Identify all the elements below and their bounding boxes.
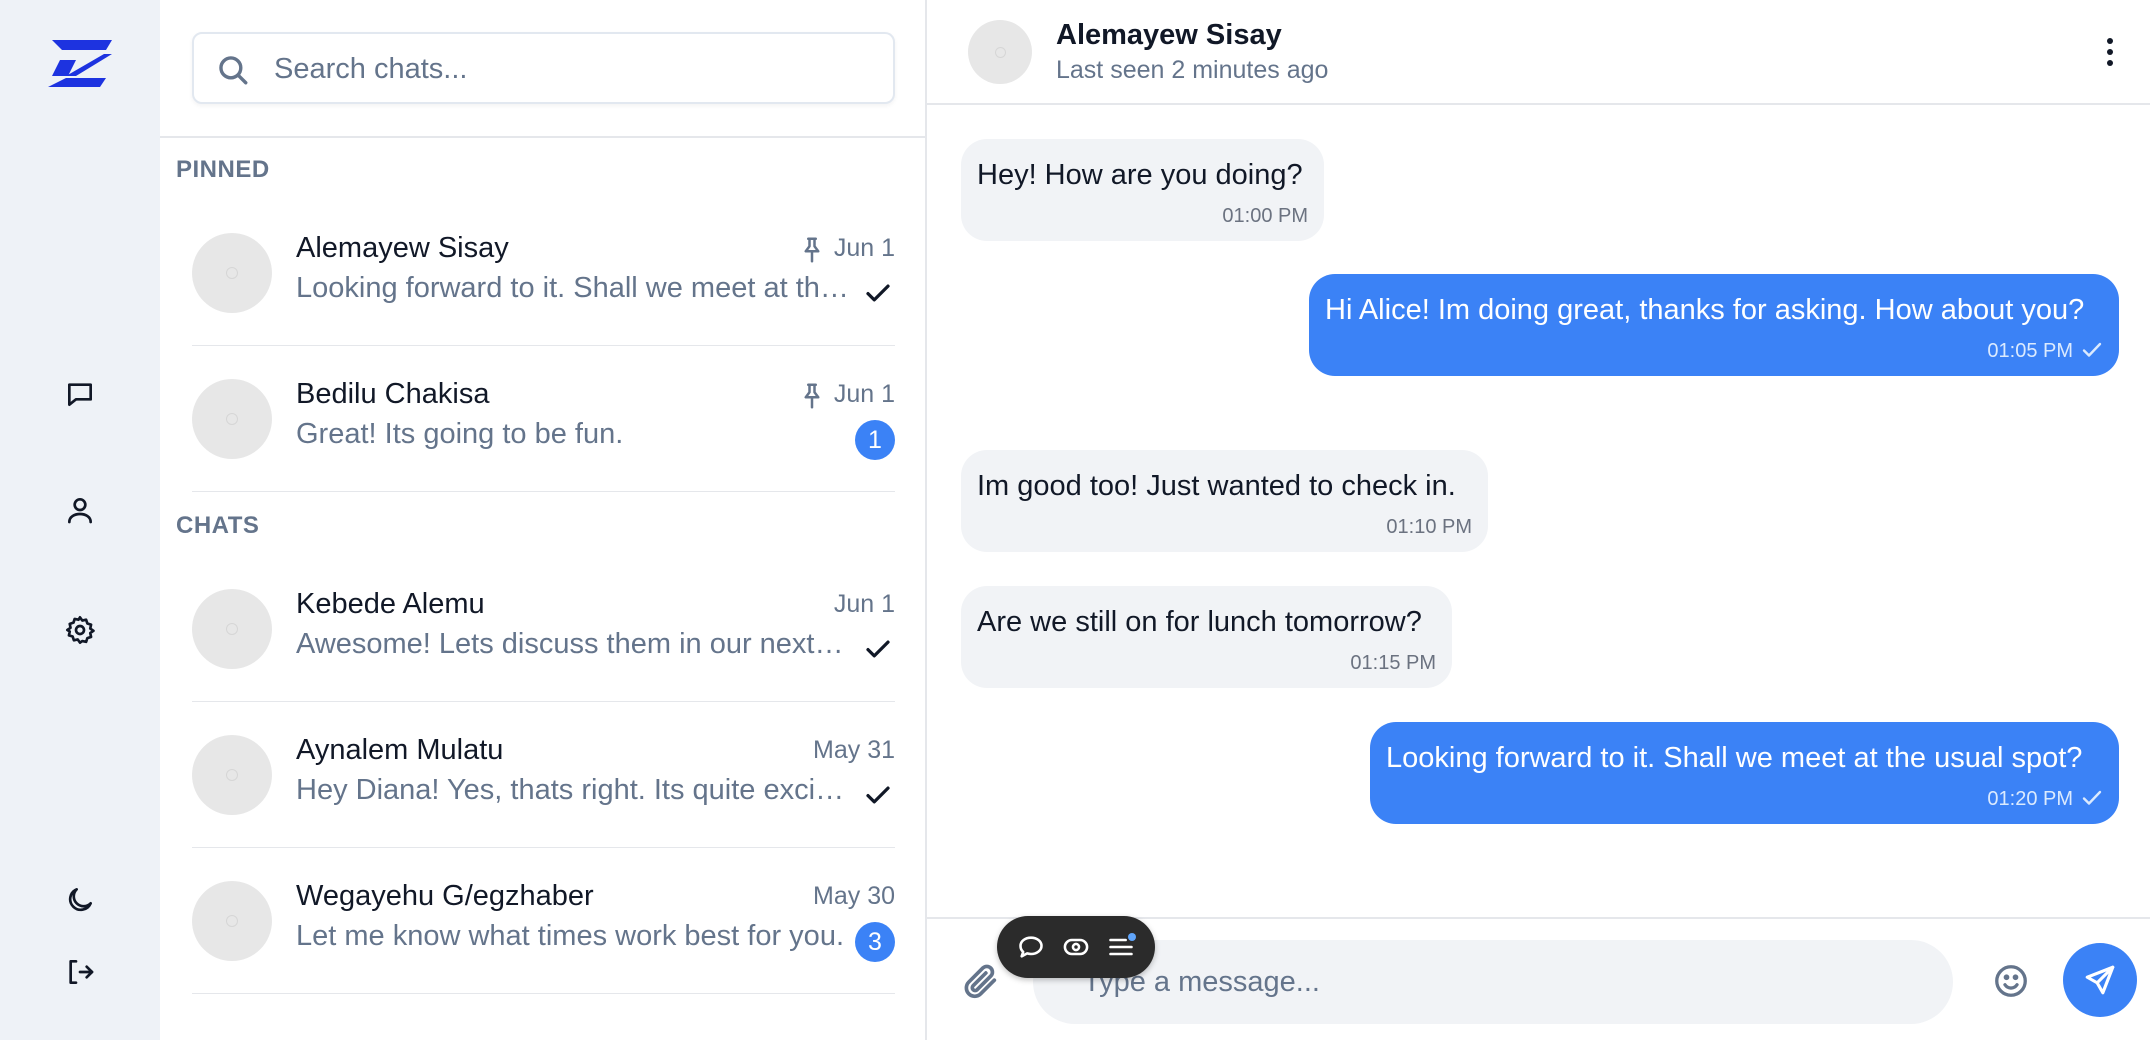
contact-name: Alemayew Sisay <box>1056 19 1282 51</box>
chat-preview: Great! Its going to be fun. <box>296 418 624 450</box>
chat-preview: Hey Diana! Yes, thats right. Its quite e… <box>296 774 851 806</box>
contact-avatar[interactable] <box>968 20 1032 84</box>
outgoing-message: Hi Alice! Im doing great, thanks for ask… <box>1309 274 2119 376</box>
message-input[interactable] <box>1033 940 1953 1024</box>
chat-item[interactable]: Wegayehu G/egzhaber May 30 Let me know w… <box>192 848 895 994</box>
divider <box>160 136 927 138</box>
conversation-header: Alemayew Sisay Last seen 2 minutes ago <box>927 0 2150 105</box>
logout-button[interactable] <box>56 948 104 996</box>
unread-badge: 3 <box>855 922 895 962</box>
message-time: 01:20 PM <box>1386 786 2103 812</box>
message-text: Hi Alice! Im doing great, thanks for ask… <box>1325 294 2085 326</box>
message-text: Hey! How are you doing? <box>977 159 1303 191</box>
read-check-icon <box>866 284 890 302</box>
avatar <box>192 589 272 669</box>
chat-list-panel: PINNED Alemayew Sisay Jun 1 Looking forw… <box>160 0 927 1040</box>
incoming-message: Hey! How are you doing? 01:00 PM <box>961 139 1324 241</box>
chat-date: Jun 1 <box>833 380 895 408</box>
view-button[interactable] <box>1059 930 1093 964</box>
unread-badge: 1 <box>855 420 895 460</box>
chat-name: Kebede Alemu <box>296 588 485 620</box>
outgoing-message: Looking forward to it. Shall we meet at … <box>1370 722 2119 824</box>
sent-check-icon <box>2082 342 2102 357</box>
chat-preview: Looking forward to it. Shall we meet at … <box>296 272 851 304</box>
smile-icon[interactable] <box>1993 963 2029 999</box>
chat-date: Jun 1 <box>833 590 895 618</box>
search-box <box>192 32 895 104</box>
chat-name: Aynalem Mulatu <box>296 734 504 766</box>
send-button[interactable] <box>2063 943 2137 1017</box>
comment-icon <box>1019 936 1044 958</box>
read-check-icon <box>866 640 890 658</box>
pinned-section-label: PINNED <box>176 156 270 183</box>
eye-icon <box>1063 938 1089 956</box>
avatar <box>192 735 272 815</box>
app-logo[interactable] <box>46 38 114 88</box>
comment-button[interactable] <box>1014 930 1048 964</box>
chat-name: Bedilu Chakisa <box>296 378 490 410</box>
pin-icon <box>804 237 820 263</box>
floating-toolbar <box>997 916 1155 978</box>
more-options-icon[interactable] <box>2100 34 2120 70</box>
incoming-message: Im good too! Just wanted to check in. 01… <box>961 450 1488 552</box>
chat-name: Alemayew Sisay <box>296 232 509 264</box>
message-time: 01:05 PM <box>1325 338 2103 364</box>
avatar <box>192 881 272 961</box>
message-text: Im good too! Just wanted to check in. <box>977 470 1456 502</box>
theme-toggle-button[interactable] <box>56 876 104 924</box>
moon-icon <box>68 888 92 912</box>
logout-icon <box>69 960 94 984</box>
chat-item[interactable]: Kebede Alemu Jun 1 Awesome! Lets discuss… <box>192 556 895 702</box>
search-input[interactable] <box>274 46 874 92</box>
nav-settings-button[interactable] <box>56 606 104 654</box>
chats-section-label: CHATS <box>176 512 260 539</box>
message-time: 01:10 PM <box>1386 516 1472 538</box>
incoming-message: Are we still on for lunch tomorrow? 01:1… <box>961 586 1452 688</box>
list-button[interactable] <box>1104 930 1138 964</box>
message-time: 01:15 PM <box>1350 652 1436 674</box>
search-icon <box>219 56 248 85</box>
chat-name: Wegayehu G/egzhaber <box>296 880 594 912</box>
settings-icon <box>66 616 95 644</box>
nav-rail <box>0 0 160 1040</box>
last-seen-status: Last seen 2 minutes ago <box>1056 56 1329 84</box>
nav-profile-button[interactable] <box>56 486 104 534</box>
chat-date: May 30 <box>813 882 895 910</box>
chat-icon <box>68 383 92 406</box>
avatar <box>192 233 272 313</box>
nav-chats-button[interactable] <box>56 370 104 418</box>
user-icon <box>68 498 92 524</box>
message-time: 01:00 PM <box>1222 205 1308 227</box>
pin-icon <box>804 383 820 409</box>
chat-date: May 31 <box>813 736 895 764</box>
conversation-panel: Alemayew Sisay Last seen 2 minutes ago H… <box>927 0 2150 1040</box>
notification-dot <box>1127 933 1136 941</box>
read-check-icon <box>866 786 890 804</box>
chat-date: Jun 1 <box>833 234 895 262</box>
chat-item[interactable]: Bedilu Chakisa Jun 1 Great! Its going to… <box>192 346 895 492</box>
paperclip-icon[interactable] <box>961 961 1001 1001</box>
message-text: Looking forward to it. Shall we meet at … <box>1386 742 2083 774</box>
chat-preview: Awesome! Lets discuss them in our next m… <box>296 628 851 660</box>
chat-item[interactable]: Alemayew Sisay Jun 1 Looking forward to … <box>192 200 895 346</box>
send-icon <box>2085 965 2115 995</box>
avatar <box>192 379 272 459</box>
chat-item[interactable]: Aynalem Mulatu May 31 Hey Diana! Yes, th… <box>192 702 895 848</box>
sent-check-icon <box>2082 790 2102 805</box>
chat-preview: Let me know what times work best for you… <box>296 920 844 952</box>
message-text: Are we still on for lunch tomorrow? <box>977 606 1422 638</box>
